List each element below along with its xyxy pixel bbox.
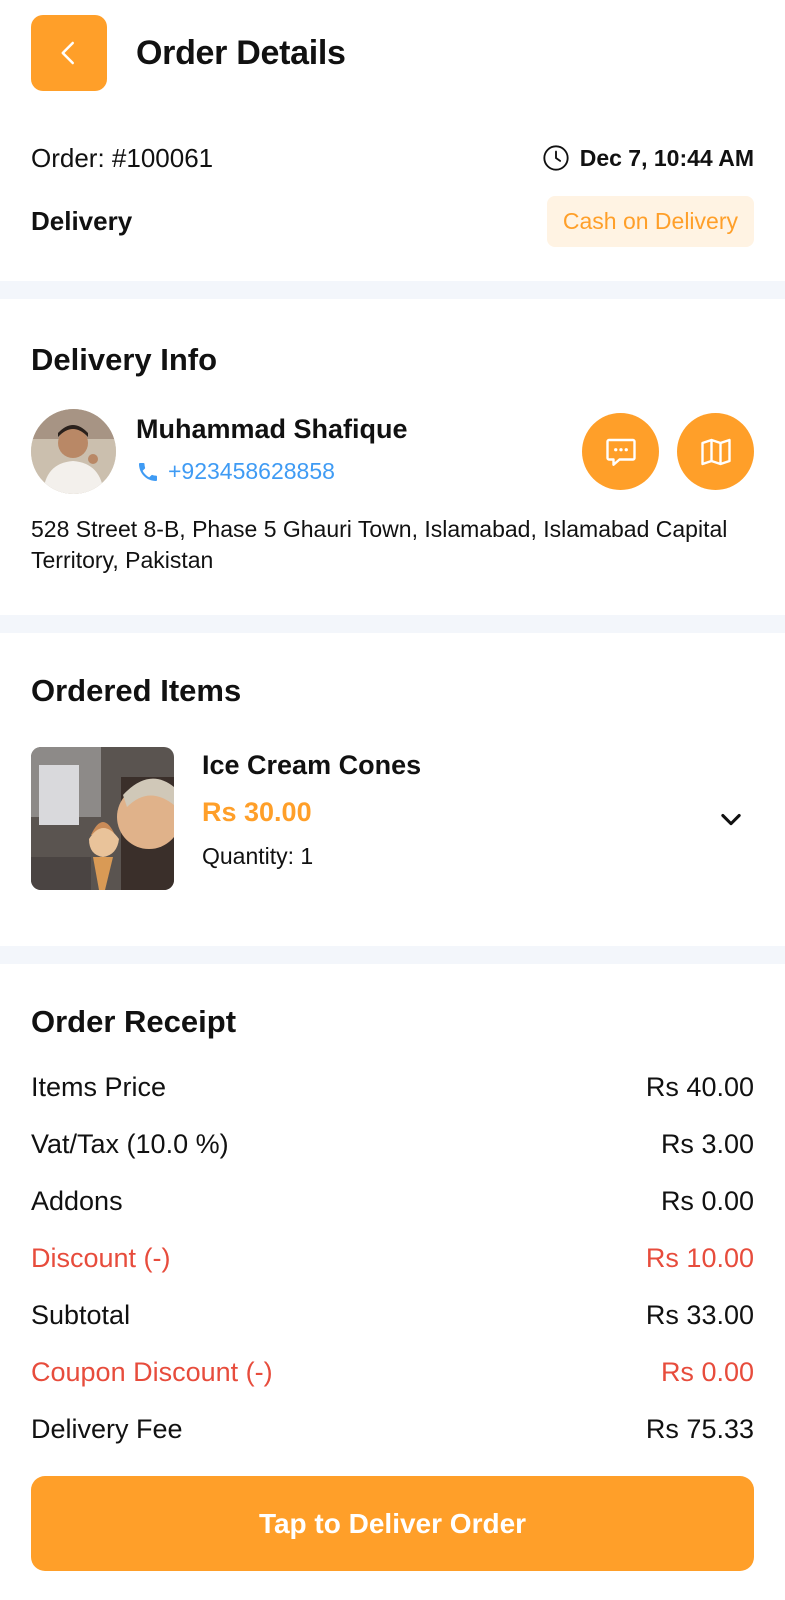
receipt-label: Addons [31, 1186, 123, 1216]
receipt-row-discount: Discount (-) Rs 10.00 [31, 1243, 754, 1274]
receipt-label: Delivery Fee [31, 1414, 183, 1444]
receipt-label: Discount (-) [31, 1243, 171, 1273]
section-divider [0, 946, 785, 964]
receipt-row-addons: Addons Rs 0.00 [31, 1186, 754, 1217]
receipt-label: Coupon Discount (-) [31, 1357, 273, 1387]
order-info-row: Order: #100061 Dec 7, 10:44 AM [31, 138, 754, 178]
map-button[interactable] [677, 413, 754, 490]
customer-avatar [31, 409, 116, 494]
order-number: Order: #100061 [31, 142, 214, 173]
receipt-row-subtotal: Subtotal Rs 33.00 [31, 1300, 754, 1331]
receipt-row-delivery-fee: Delivery Fee Rs 75.33 [31, 1414, 754, 1444]
order-type: Delivery [31, 205, 133, 236]
receipt-row-items-price: Items Price Rs 40.00 [31, 1072, 754, 1103]
ordered-items-title: Ordered Items [31, 673, 242, 708]
receipt-value: Rs 75.33 [645, 1414, 754, 1444]
app-header: Order Details [0, 0, 785, 108]
order-type-row: Delivery Cash on Delivery [31, 195, 754, 247]
map-icon [700, 438, 731, 465]
customer-name: Muhammad Shafique [136, 414, 408, 444]
item-name: Ice Cream Cones [202, 750, 422, 780]
receipt-value: Rs 40.00 [645, 1072, 754, 1102]
receipt-row-coupon-discount: Coupon Discount (-) Rs 0.00 [31, 1357, 754, 1388]
receipt-value: Rs 10.00 [645, 1243, 754, 1273]
receipt-value: Rs 33.00 [645, 1300, 754, 1330]
chat-icon [605, 438, 636, 466]
chat-button[interactable] [582, 413, 659, 490]
payment-method-badge: Cash on Delivery [546, 195, 754, 247]
delivery-info-title: Delivery Info [31, 342, 218, 377]
order-time-text: Dec 7, 10:44 AM [579, 144, 754, 171]
expand-item-button[interactable] [712, 800, 750, 838]
delivery-address: 528 Street 8-B, Phase 5 Ghauri Town, Isl… [31, 516, 728, 573]
receipt-label: Subtotal [31, 1300, 131, 1330]
customer-phone[interactable]: +923458628858 [168, 458, 335, 485]
chevron-left-icon [61, 41, 74, 65]
phone-icon [139, 462, 157, 481]
order-time: Dec 7, 10:44 AM [542, 144, 754, 172]
receipt-label: Vat/Tax (10.0 %) [31, 1129, 229, 1159]
item-quantity: Quantity: 1 [202, 843, 314, 869]
section-divider [0, 615, 785, 633]
receipt-row-vat-tax: Vat/Tax (10.0 %) Rs 3.00 [31, 1129, 754, 1160]
receipt-label: Items Price [31, 1072, 167, 1102]
receipt-list: Items Price Rs 40.00 Vat/Tax (10.0 %) Rs… [0, 1060, 785, 1444]
clock-icon [543, 145, 569, 171]
item-image [31, 747, 174, 890]
customer-phone-row[interactable]: +923458628858 [136, 458, 335, 485]
page-title: Order Details [136, 34, 346, 72]
receipt-value: Rs 0.00 [660, 1357, 754, 1387]
order-receipt-title: Order Receipt [31, 1004, 237, 1039]
receipt-value: Rs 3.00 [660, 1129, 754, 1159]
receipt-value: Rs 0.00 [660, 1186, 754, 1216]
back-button[interactable] [31, 15, 107, 91]
item-price: Rs 30.00 [202, 797, 312, 827]
section-divider [0, 281, 785, 299]
chevron-down-icon [721, 813, 741, 826]
deliver-order-button[interactable]: Tap to Deliver Order [31, 1476, 754, 1571]
